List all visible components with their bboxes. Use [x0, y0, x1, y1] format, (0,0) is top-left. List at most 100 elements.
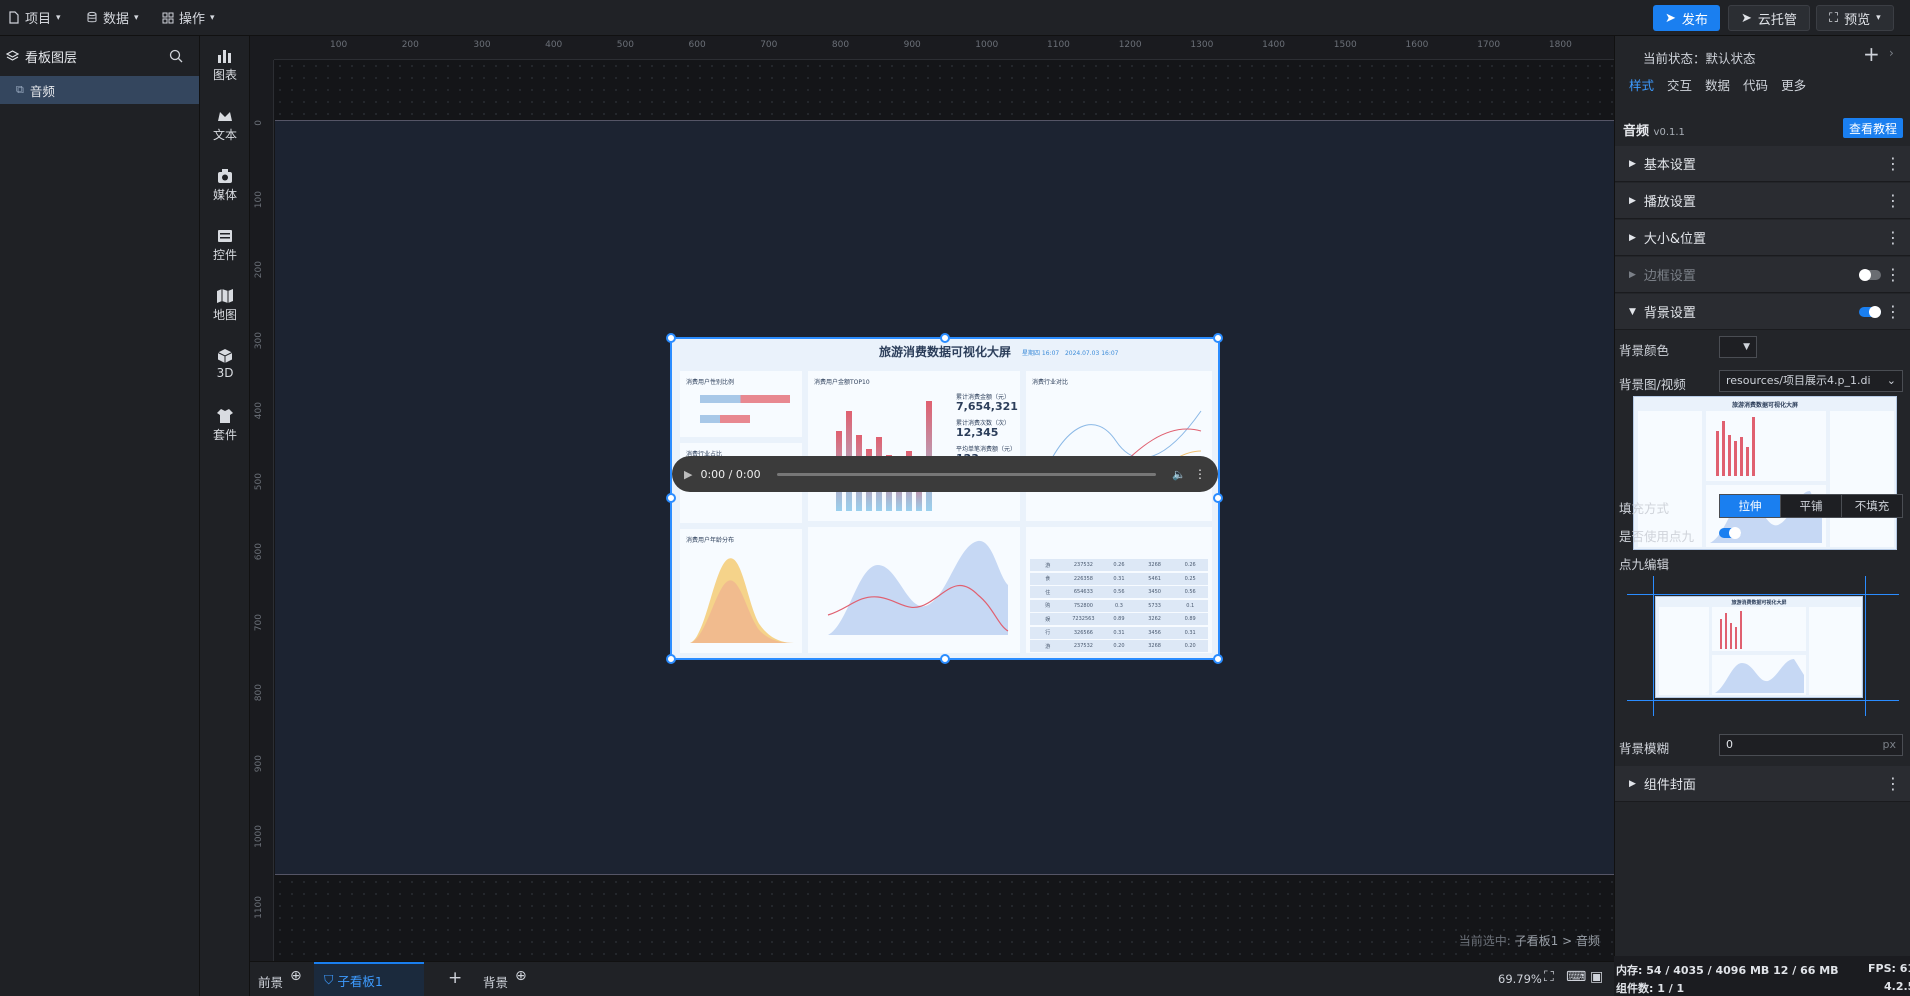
ruler-tick-label: 1000: [975, 40, 999, 50]
volume-icon[interactable]: 🔈: [1172, 468, 1186, 481]
preview-button[interactable]: ⛶ 预览 ▾: [1816, 5, 1894, 31]
toolbox-map[interactable]: 地图: [200, 288, 250, 323]
publish-button[interactable]: ➤ 发布: [1653, 5, 1720, 31]
layer-item[interactable]: ⧉ 音频: [0, 76, 199, 104]
audio-player[interactable]: ▶ 0:00 / 0:00 🔈 ⋮: [672, 456, 1218, 492]
audio-component[interactable]: 旅游消费数据可视化大屏 星期四 16:07 2024.07.03 16:07 消…: [666, 333, 1223, 664]
ruler-left[interactable]: 0 100 200 300 400 500 600 700 800 900 1000 1100: [250, 60, 274, 961]
play-icon[interactable]: ▶: [684, 468, 692, 481]
cloud-hosting-button[interactable]: ➤ 云托管: [1728, 5, 1810, 31]
menu-operation-label: 操作: [179, 12, 206, 27]
chevron-right-icon[interactable]: ›: [1889, 46, 1894, 60]
component-count: 组件数: 1 / 1: [1616, 982, 1685, 995]
media-icon: [218, 169, 232, 183]
resize-handle-right[interactable]: [1213, 493, 1223, 503]
ninepatch-guide-bottom[interactable]: [1627, 700, 1899, 701]
ruler-top[interactable]: 100 200 300 400 500 600 700 800 900 1000 1100 1200 1…: [274, 36, 1614, 60]
more-icon[interactable]: ⋮: [1885, 303, 1901, 320]
trend-area-chart: [827, 540, 1009, 635]
zoom-level[interactable]: 69.79%: [1498, 972, 1542, 986]
more-icon[interactable]: ⋮: [1194, 467, 1206, 481]
tab-background[interactable]: 背景: [483, 972, 508, 991]
bg-color-picker[interactable]: ▼: [1719, 336, 1757, 358]
table-cell: 226358: [1073, 575, 1093, 582]
resize-handle-top[interactable]: [940, 333, 950, 343]
keyboard-icon[interactable]: ⌨: [1566, 969, 1586, 985]
ninepatch-editor[interactable]: 旅游消费数据可视化大屏: [1627, 576, 1899, 716]
toolbox-chart[interactable]: 图表: [200, 48, 250, 83]
toolbox-kit[interactable]: 套件: [200, 408, 250, 443]
audio-progress-bar[interactable]: [776, 472, 1157, 476]
resize-handle-bottom-left[interactable]: [666, 654, 676, 664]
table-cell: 0.89: [1113, 616, 1125, 622]
tab-code[interactable]: 代码: [1743, 75, 1768, 94]
tab-subboard-label: 子看板1: [337, 973, 383, 989]
toolbox-text[interactable]: 文本: [200, 108, 250, 143]
section-cover[interactable]: ▶ 组件封面 ⋮: [1615, 766, 1910, 802]
menu-operation[interactable]: 操作 ▾: [162, 8, 215, 27]
section-basic[interactable]: ▶ 基本设置 ⋮: [1615, 146, 1910, 182]
tab-subboard-active[interactable]: ⛉ 子看板1: [314, 962, 424, 996]
section-background[interactable]: ▼ 背景设置 ⋮: [1615, 294, 1910, 330]
section-play-label: 播放设置: [1643, 195, 1696, 210]
ruler-tick-label: 800: [254, 684, 264, 702]
terminal-icon[interactable]: ▣: [1590, 969, 1603, 985]
add-foreground-icon[interactable]: ⊕: [290, 968, 302, 984]
tutorial-button[interactable]: 查看教程: [1843, 118, 1903, 138]
ninepatch-guide-right[interactable]: [1865, 576, 1866, 716]
tab-data[interactable]: 数据: [1705, 75, 1730, 94]
resize-handle-left[interactable]: [666, 493, 676, 503]
panel-age: 消费用户年龄分布: [680, 529, 802, 653]
tab-interaction[interactable]: 交互: [1667, 75, 1692, 94]
fill-stretch-option[interactable]: 拉伸: [1720, 495, 1780, 517]
status-bar: 内存: 54 / 4035 / 4096 MB 12 / 66 MB FPS: …: [1614, 956, 1910, 996]
fps-status: FPS: 61: [1868, 962, 1910, 975]
more-icon[interactable]: ⋮: [1885, 229, 1901, 246]
ruler-tick-label: 600: [254, 543, 264, 561]
tab-foreground[interactable]: 前景: [258, 972, 283, 991]
more-icon[interactable]: ⋮: [1885, 192, 1901, 209]
more-icon[interactable]: ⋮: [1885, 775, 1901, 792]
ninepatch-label: 是否使用点九: [1619, 529, 1695, 544]
section-play[interactable]: ▶ 播放设置 ⋮: [1615, 183, 1910, 219]
menu-data[interactable]: 数据 ▾: [86, 8, 139, 27]
tab-more[interactable]: 更多: [1781, 75, 1806, 94]
tab-style[interactable]: 样式: [1629, 75, 1654, 94]
section-size[interactable]: ▶ 大小&位置 ⋮: [1615, 220, 1910, 256]
ruler-tick-label: 1800: [1548, 40, 1572, 50]
resize-handle-bottom[interactable]: [940, 654, 950, 664]
resize-handle-top-left[interactable]: [666, 333, 676, 343]
border-toggle[interactable]: [1859, 268, 1881, 281]
menu-project[interactable]: 项目 ▾: [8, 8, 61, 27]
more-icon[interactable]: ⋮: [1885, 155, 1901, 172]
caret-right-icon: ▶: [1629, 158, 1636, 169]
add-board-icon[interactable]: +: [448, 968, 462, 988]
section-border[interactable]: ▶ 边框设置 ⋮: [1615, 257, 1910, 293]
ninepatch-toggle[interactable]: [1719, 527, 1741, 539]
toolbox-3d[interactable]: 3D: [200, 348, 250, 380]
table-cell: 0.20: [1184, 643, 1196, 649]
ruler-tick-label: 500: [254, 472, 264, 490]
panel-age-title: 消费用户年龄分布: [686, 537, 735, 544]
ninepatch-guide-top[interactable]: [1627, 594, 1899, 595]
search-icon[interactable]: [169, 49, 183, 63]
add-background-icon[interactable]: ⊕: [515, 968, 527, 984]
add-state-icon[interactable]: +: [1863, 42, 1880, 66]
audio-time: 0:00 / 0:00: [700, 467, 761, 481]
toolbox-widget[interactable]: 控件: [200, 228, 250, 263]
fill-none-option[interactable]: 不填充: [1841, 495, 1902, 517]
background-toggle[interactable]: [1859, 305, 1881, 318]
layer-item-label: 音频: [29, 83, 55, 99]
ruler-tick-label: 700: [760, 40, 778, 50]
fit-screen-icon[interactable]: ⛶: [1544, 969, 1554, 985]
chevron-down-icon: ⌄: [1886, 374, 1896, 387]
bg-blur-input[interactable]: 0 px: [1719, 734, 1903, 756]
ninepatch-guide-left[interactable]: [1653, 576, 1654, 716]
bg-media-select[interactable]: resources/项目展示4.p_1.di ⌄: [1719, 370, 1903, 392]
resize-handle-bottom-right[interactable]: [1213, 654, 1223, 664]
fill-tile-option[interactable]: 平铺: [1780, 495, 1841, 517]
toolbox-media[interactable]: 媒体: [200, 168, 250, 203]
resize-handle-top-right[interactable]: [1213, 333, 1223, 343]
more-icon[interactable]: ⋮: [1885, 266, 1901, 283]
component-toolbox: 图表 文本 媒体 控件 地图 3D 套件: [200, 36, 250, 996]
